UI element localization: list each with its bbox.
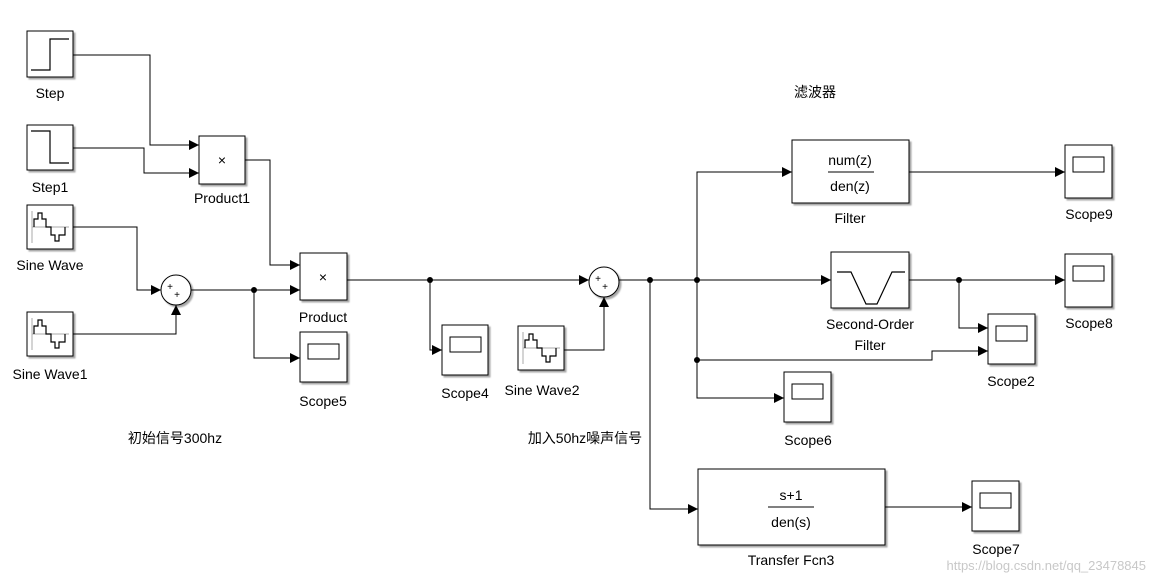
scope-icon — [307, 343, 340, 360]
product1-block[interactable]: × Product1 — [194, 135, 250, 206]
block-label: Product — [299, 309, 347, 325]
block-label: Step1 — [32, 179, 69, 195]
scope5-block[interactable]: Scope5 — [299, 331, 348, 409]
block-label: Scope5 — [299, 393, 347, 409]
step1-block[interactable]: Step1 — [26, 124, 74, 195]
annotation-original-signal: 初始信号300hz — [128, 430, 222, 446]
transfer-fcn3-block[interactable]: s+1 den(s) Transfer Fcn3 — [697, 468, 886, 568]
block-label: Sine Wave — [16, 257, 83, 273]
block-label: Sine Wave2 — [505, 382, 580, 398]
block-label: Filter — [834, 210, 865, 226]
scope-icon — [979, 492, 1012, 509]
svg-text:+: + — [167, 282, 173, 293]
scope-icon — [1072, 265, 1105, 282]
block-label: Scope6 — [784, 432, 832, 448]
annotation-noise: 加入50hz噪声信号 — [528, 430, 642, 446]
scope8-block[interactable]: Scope8 — [1064, 253, 1113, 331]
tf-denominator: den(s) — [771, 514, 811, 530]
scope-icon — [1072, 156, 1105, 173]
block-label: Scope4 — [441, 385, 489, 401]
product-symbol: × — [319, 269, 327, 285]
svg-text:+: + — [174, 290, 180, 301]
block-label: Second-Order — [826, 316, 914, 332]
filter-block[interactable]: num(z) den(z) Filter — [791, 139, 910, 226]
second-order-filter-block[interactable]: Second-Order Filter — [826, 251, 914, 353]
block-label: Transfer Fcn3 — [748, 552, 835, 568]
scope9-block[interactable]: Scope9 — [1064, 144, 1113, 222]
scope4-block[interactable]: Scope4 — [441, 324, 489, 401]
block-label: Sine Wave1 — [13, 366, 88, 382]
scope7-block[interactable]: Scope7 — [971, 480, 1020, 557]
block-label: Step — [36, 85, 65, 101]
svg-text:+: + — [602, 282, 608, 293]
block-label: Scope9 — [1065, 206, 1113, 222]
product-symbol: × — [218, 152, 226, 168]
scope6-block[interactable]: Scope6 — [783, 371, 832, 448]
watermark: https://blog.csdn.net/qq_23478845 — [947, 558, 1147, 573]
scope-icon — [995, 325, 1028, 342]
sum-block[interactable]: + + — [160, 274, 192, 306]
sine-wave-block[interactable]: Sine Wave — [16, 204, 84, 273]
sum2-block[interactable]: + + — [588, 266, 620, 298]
annotation-filter: 滤波器 — [794, 84, 836, 100]
sine-wave2-block[interactable]: Sine Wave2 — [505, 325, 580, 398]
svg-text:+: + — [595, 274, 601, 285]
product-block[interactable]: × Product — [299, 252, 348, 325]
block-label-line2: Filter — [854, 337, 885, 353]
step-block[interactable]: Step — [26, 30, 74, 101]
scope-icon — [791, 383, 824, 400]
scope2-block[interactable]: Scope2 — [987, 313, 1036, 389]
scope-icon — [449, 336, 482, 353]
block-label: Product1 — [194, 190, 250, 206]
tf-numerator: s+1 — [780, 487, 803, 503]
filter-denominator: den(z) — [830, 178, 870, 194]
sine-wave1-block[interactable]: Sine Wave1 — [13, 311, 88, 382]
block-label: Scope8 — [1065, 315, 1113, 331]
block-label: Scope7 — [972, 541, 1020, 557]
filter-numerator: num(z) — [828, 152, 872, 168]
block-label: Scope2 — [987, 373, 1035, 389]
simulink-diagram: Step Step1 Sine Wave Sine Wave1 + + × Pr… — [13, 30, 1147, 573]
